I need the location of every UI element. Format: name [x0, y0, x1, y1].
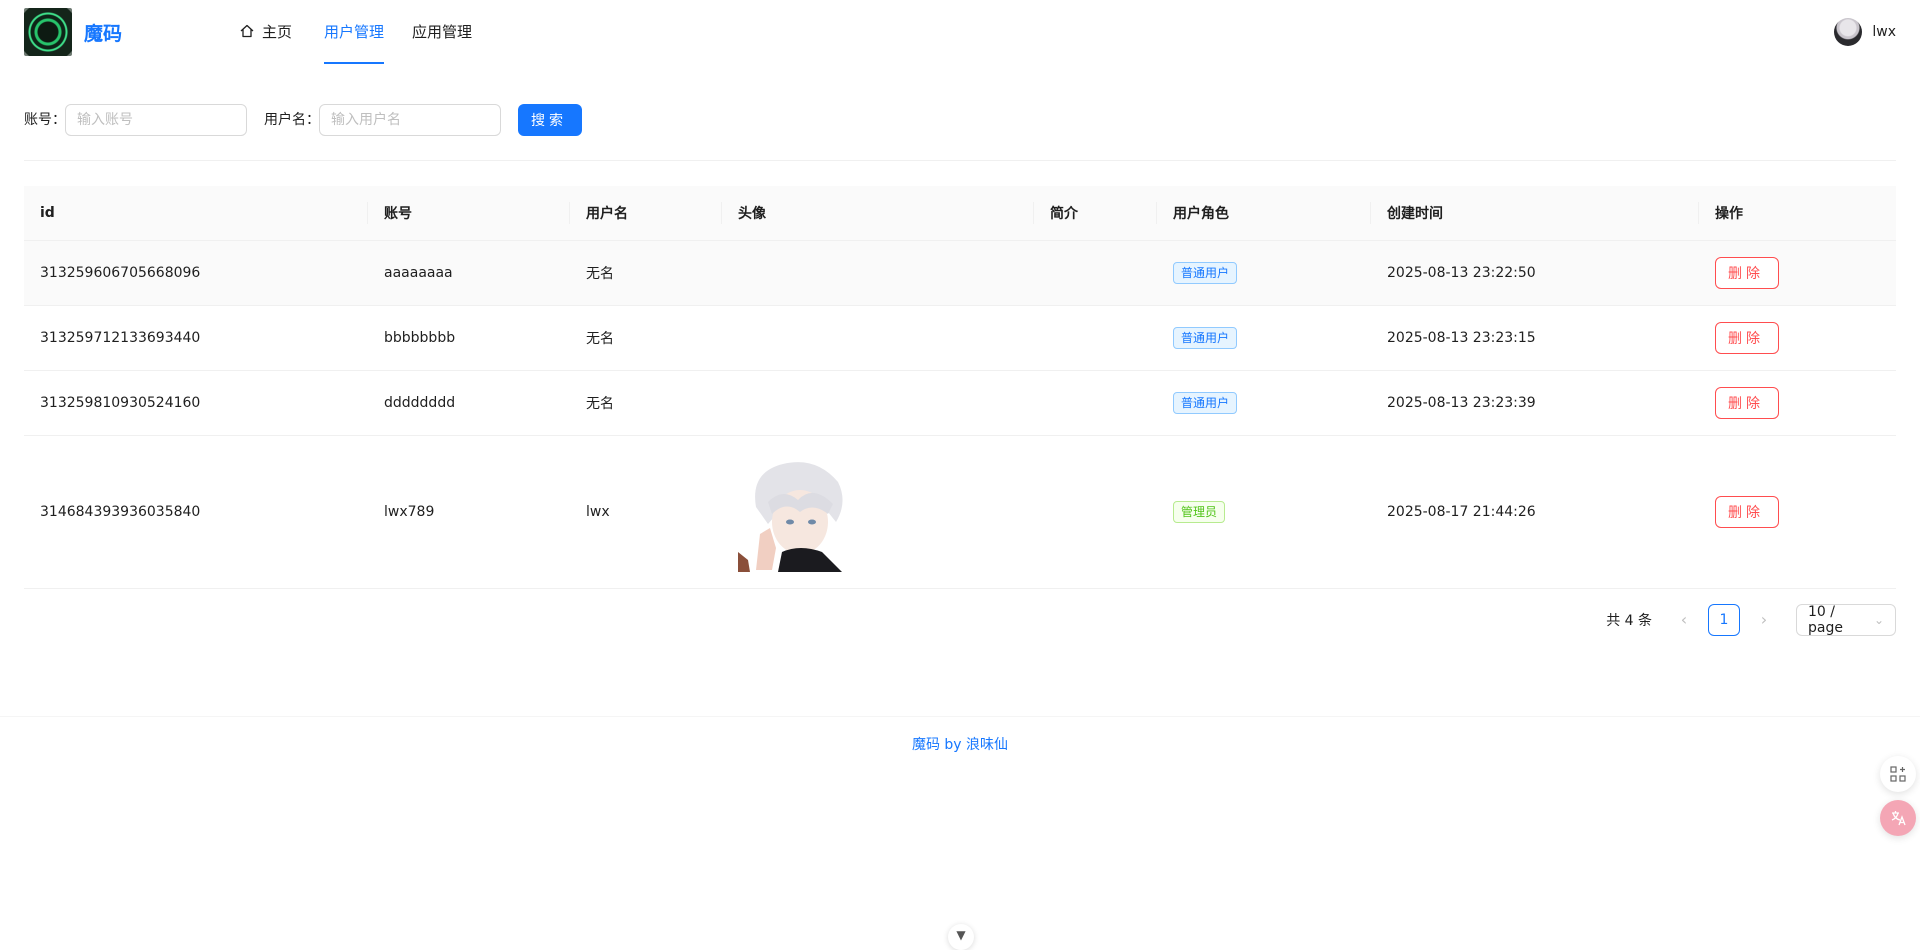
account-label: 账号： [24, 112, 66, 128]
nav-label-user-management: 用户管理 [324, 23, 385, 41]
logo-text[interactable]: 魔码 [84, 19, 122, 46]
column-header-account[interactable]: 账号 [368, 186, 570, 241]
role-tag: 普通用户 [1173, 262, 1238, 284]
table-row[interactable]: 313259712133693440 bbbbbbbb 无名 普通用户 2025… [24, 305, 1896, 371]
nav-item-app-management[interactable]: 应用管理 [412, 0, 472, 64]
cell-intro [1034, 370, 1157, 436]
delete-button[interactable]: 删除 [1715, 257, 1779, 289]
home-icon [240, 24, 254, 38]
chevron-down-icon: ⌄ [1873, 613, 1884, 627]
cell-id: 313259712133693440 [24, 305, 368, 371]
column-header-avatar[interactable]: 头像 [722, 186, 1034, 241]
nav-label-app-management: 应用管理 [412, 23, 473, 41]
column-header-action[interactable]: 操作 [1699, 186, 1896, 241]
column-header-intro[interactable]: 简介 [1034, 186, 1157, 241]
cell-role: 普通用户 [1157, 370, 1371, 436]
page-size-value: 10 / page [1808, 604, 1843, 636]
cell-id: 313259606705668096 [24, 240, 368, 306]
grid-add-icon [1890, 766, 1906, 782]
search-button[interactable]: 搜索 [518, 104, 582, 136]
cell-username: 无名 [570, 370, 722, 436]
app-grid-button[interactable] [1880, 756, 1916, 792]
cell-created: 2025-08-13 23:23:39 [1371, 370, 1699, 436]
role-tag: 普通用户 [1173, 392, 1238, 414]
next-page-icon[interactable]: › [1748, 604, 1780, 636]
top-navbar: 魔码 主页 用户管理 应用管理 lwx [0, 0, 1920, 64]
cell-account: bbbbbbbb [368, 305, 570, 371]
cell-created: 2025-08-13 23:23:15 [1371, 305, 1699, 371]
page-number[interactable]: 1 [1708, 604, 1740, 636]
cell-created: 2025-08-13 23:22:50 [1371, 240, 1699, 306]
footer: 魔码 by 浪味仙 [911, 737, 1009, 753]
divider [24, 160, 1896, 161]
cell-avatar [722, 240, 1034, 306]
username-input[interactable] [319, 104, 501, 136]
cell-role: 普通用户 [1157, 305, 1371, 371]
logo-image[interactable] [24, 8, 72, 56]
cell-account: dddddddd [368, 370, 570, 436]
column-header-username[interactable]: 用户名 [570, 186, 722, 241]
pagination-total: 共 4 条 [1606, 613, 1652, 629]
cell-avatar [722, 435, 1034, 589]
page-size-select[interactable]: 10 / page ⌄ [1796, 604, 1896, 636]
prev-page-icon[interactable]: ‹ [1668, 604, 1700, 636]
cell-id: 313259810930524160 [24, 370, 368, 436]
cell-account: lwx789 [368, 435, 570, 589]
cell-created: 2025-08-17 21:44:26 [1371, 435, 1699, 589]
user-avatar-image [738, 452, 858, 572]
scroll-down-icon[interactable]: ▼ [948, 924, 974, 950]
cell-intro [1034, 435, 1157, 589]
nav-item-home[interactable]: 主页 [240, 0, 292, 64]
cell-account: aaaaaaaa [368, 240, 570, 306]
column-header-role[interactable]: 用户角色 [1157, 186, 1371, 241]
cell-username: 无名 [570, 240, 722, 306]
cell-intro [1034, 240, 1157, 306]
table-row[interactable]: 313259606705668096 aaaaaaaa 无名 普通用户 2025… [24, 240, 1896, 306]
cell-intro [1034, 305, 1157, 371]
username-label: 用户名： [264, 112, 320, 128]
role-tag: 管理员 [1173, 501, 1226, 523]
user-table: id 账号 用户名 头像 简介 用户角色 创建时间 操作 31325960670… [24, 186, 1896, 589]
cell-role: 管理员 [1157, 435, 1371, 589]
cell-avatar [722, 305, 1034, 371]
column-header-id[interactable]: id [24, 186, 368, 241]
column-header-created[interactable]: 创建时间 [1371, 186, 1699, 241]
cell-action: 删除 [1699, 240, 1896, 306]
nav-item-user-management[interactable]: 用户管理 [324, 0, 385, 64]
translate-icon [1891, 811, 1906, 826]
cell-action: 删除 [1699, 370, 1896, 436]
cell-avatar [722, 370, 1034, 436]
account-input[interactable] [65, 104, 247, 136]
table-header-row: id 账号 用户名 头像 简介 用户角色 创建时间 操作 [24, 186, 1896, 241]
nav-label-home: 主页 [262, 23, 293, 41]
translate-button[interactable] [1880, 800, 1916, 836]
table-row[interactable]: 314684393936035840 lwx789 lwx 管理员 2025-0… [24, 435, 1896, 589]
user-name: lwx [1872, 24, 1896, 40]
cell-action: 删除 [1699, 305, 1896, 371]
pagination: 共 4 条 ‹ 1 › 10 / page ⌄ [1606, 604, 1896, 636]
cell-username: 无名 [570, 305, 722, 371]
delete-button[interactable]: 删除 [1715, 496, 1779, 528]
table-row[interactable]: 313259810930524160 dddddddd 无名 普通用户 2025… [24, 370, 1896, 436]
delete-button[interactable]: 删除 [1715, 387, 1779, 419]
user-menu[interactable]: lwx [1834, 16, 1896, 48]
cell-id: 314684393936035840 [24, 435, 368, 589]
delete-button[interactable]: 删除 [1715, 322, 1779, 354]
cell-role: 普通用户 [1157, 240, 1371, 306]
footer-divider [0, 716, 1920, 717]
cell-action: 删除 [1699, 435, 1896, 589]
role-tag: 普通用户 [1173, 327, 1238, 349]
cell-username: lwx [570, 435, 722, 589]
user-avatar[interactable] [1834, 18, 1863, 46]
